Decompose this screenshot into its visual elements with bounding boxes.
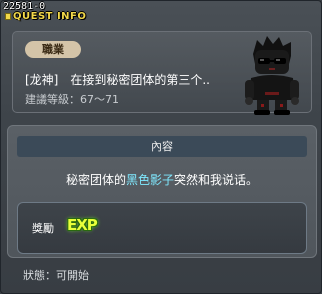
quest-info-window: QUEST INFO 職業 [龙神] 在接到秘密团体的第三个.. 建議等級：67… bbox=[0, 0, 322, 294]
exp-reward-icon[interactable]: EXP bbox=[67, 216, 98, 234]
quest-status: 狀態：可開始 bbox=[23, 269, 89, 282]
reward-label: 獎勵 bbox=[32, 222, 54, 235]
content-description: 秘密团体的黑色影子突然和我说话。 bbox=[8, 171, 316, 188]
quest-content-panel: 內容 秘密团体的黑色影子突然和我说话。 獎勵 EXP bbox=[7, 125, 317, 258]
window-title: QUEST INFO bbox=[13, 11, 87, 22]
quest-book-icon bbox=[5, 13, 11, 20]
quest-info-panel: 職業 [龙神] 在接到秘密团体的第三个.. 建議等級：67～71 bbox=[12, 31, 312, 115]
quest-id-label: 22581-0 bbox=[3, 1, 46, 12]
quest-name: [龙神] 在接到秘密团体的第三个.. bbox=[25, 73, 210, 87]
reward-box: 獎勵 EXP bbox=[17, 202, 307, 254]
content-header: 內容 bbox=[17, 136, 307, 157]
content-text-after: 突然和我说话。 bbox=[174, 173, 259, 187]
job-tag: 職業 bbox=[25, 41, 81, 58]
npc-portrait-icon bbox=[245, 36, 299, 115]
npc-name-highlight: 黑色影子 bbox=[125, 173, 174, 187]
content-text-before: 秘密团体的 bbox=[65, 173, 126, 187]
recommended-level: 建議等級：67～71 bbox=[25, 93, 119, 106]
